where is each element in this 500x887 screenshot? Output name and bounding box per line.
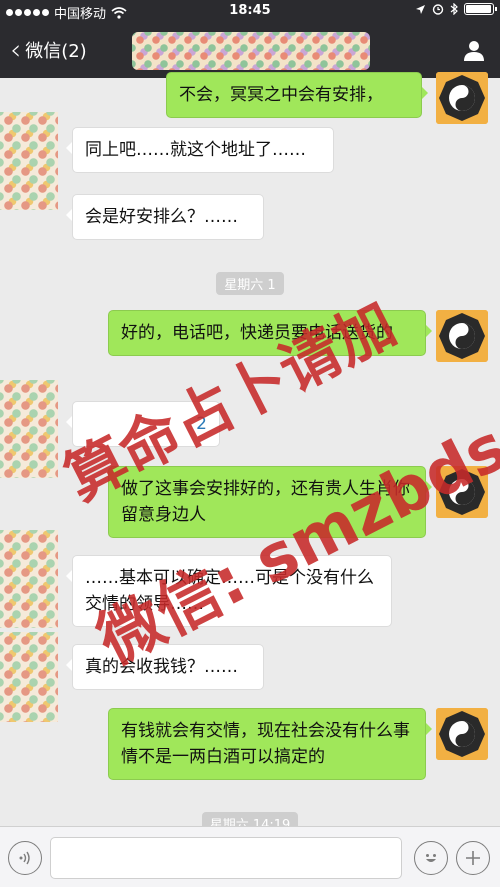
message-text: 同上吧……就这个地址了……	[85, 140, 306, 160]
message-text: 不会，冥冥之中会有安排，	[179, 85, 383, 105]
avatar[interactable]	[0, 380, 58, 478]
message-bubble[interactable]: 做了这事会安排好的，还有贵人生肖你留意身边人	[108, 466, 432, 538]
status-bar: 中国移动 18:45	[0, 0, 500, 22]
avatar[interactable]	[436, 310, 488, 362]
avatar[interactable]	[436, 466, 488, 518]
message-text: 2	[196, 414, 207, 434]
battery-fill	[466, 5, 491, 13]
message-bubble[interactable]: ……基本可以确定……可是个没有什么交情的领导……	[66, 555, 392, 627]
timestamp: 星期六 1	[0, 272, 500, 295]
plus-icon	[466, 851, 480, 865]
message-bubble[interactable]: 同上吧……就这个地址了……	[66, 127, 334, 173]
message-bubble[interactable]: 会是好安排么？……	[66, 194, 264, 240]
voice-button[interactable]	[8, 841, 42, 875]
avatar[interactable]	[0, 632, 58, 722]
message-bubble[interactable]: 有钱就会有交情，现在社会没有什么事情不是一两白酒可以搞定的	[108, 708, 432, 780]
nav-bar: ‹ 微信(2)	[0, 22, 500, 78]
avatar[interactable]	[0, 112, 58, 210]
message-text: ……基本可以确定……可是个没有什么交情的领导……	[85, 568, 374, 614]
avatar[interactable]	[436, 72, 488, 124]
message-text: 好的，电话吧，快递员要电话送货的	[121, 323, 393, 343]
battery-icon	[464, 3, 497, 15]
message-bubble[interactable]: 真的会收我钱？……	[66, 644, 264, 690]
message-text: 有钱就会有交情，现在社会没有什么事情不是一两白酒可以搞定的	[121, 721, 410, 767]
avatar[interactable]	[0, 530, 58, 628]
status-icons	[415, 3, 497, 15]
message-input[interactable]	[50, 837, 402, 879]
emoji-button[interactable]	[414, 841, 448, 875]
location-icon	[416, 4, 425, 14]
timestamp-label: 星期六 1	[216, 272, 284, 295]
emoji-icon	[426, 854, 436, 862]
add-button[interactable]	[456, 841, 490, 875]
avatar[interactable]	[436, 708, 488, 760]
message-text: 会是好安排么？……	[85, 207, 238, 227]
chat-title-obscured	[132, 32, 370, 70]
message-text: 做了这事会安排好的，还有贵人生肖你留意身边人	[121, 479, 410, 525]
bagua-taiji-icon	[436, 466, 488, 518]
alarm-icon	[432, 4, 444, 15]
message-bubble[interactable]: 不会，冥冥之中会有安排，	[166, 72, 428, 118]
profile-icon[interactable]	[462, 38, 486, 62]
message-bubble[interactable]: 好的，电话吧，快递员要电话送货的	[108, 310, 432, 356]
bluetooth-icon	[450, 3, 458, 15]
message-text: 真的会收我钱？……	[85, 657, 238, 677]
back-button[interactable]: ‹ 微信(2)	[10, 33, 87, 66]
bagua-taiji-icon	[436, 708, 488, 760]
voice-icon	[19, 851, 30, 865]
back-label: 微信(2)	[25, 41, 87, 62]
bagua-taiji-icon	[436, 72, 488, 124]
input-bar	[0, 826, 500, 887]
message-bubble[interactable]: 2	[66, 401, 220, 447]
chevron-left-icon: ‹	[10, 33, 22, 66]
bagua-taiji-icon	[436, 310, 488, 362]
